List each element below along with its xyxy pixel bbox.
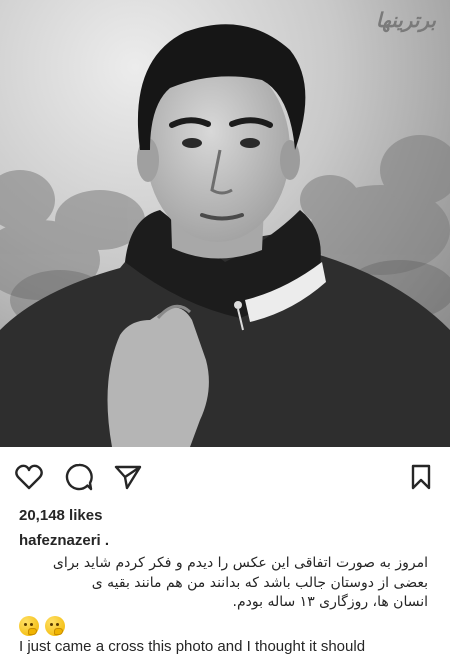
caption-line: انسان ها، روزگاری ۱۳ ساله بودم.	[232, 594, 428, 610]
portrait-illustration	[0, 0, 450, 447]
share-button[interactable]	[113, 462, 143, 492]
emoji-row	[19, 616, 65, 638]
caption-line: بعضی از دوستان جالب باشد که بدانند من هم…	[91, 574, 428, 591]
thinking-face-emoji	[19, 616, 39, 636]
heart-outline-icon	[15, 464, 43, 490]
likes-count[interactable]: 20,148 likes	[19, 507, 102, 524]
username-suffix: .	[100, 532, 110, 549]
caption-line: امروز به صورت اتفاقی این عکس را دیدم و ف…	[52, 555, 428, 571]
save-button[interactable]	[406, 462, 436, 492]
caption-username-line: hafeznazeri .	[19, 532, 109, 549]
comment-bubble-icon	[65, 463, 93, 491]
instagram-post: برترینها 20,148 likes hafeznazeri . امرو…	[0, 0, 450, 656]
username-link[interactable]: hafeznazeri	[19, 532, 101, 549]
like-button[interactable]	[14, 462, 44, 492]
caption-persian: امروز به صورت اتفاقی این عکس را دیدم و ف…	[8, 554, 428, 613]
bookmark-outline-icon	[411, 464, 431, 490]
comment-button[interactable]	[64, 462, 94, 492]
paper-plane-icon	[114, 465, 142, 490]
caption-english: I just came a cross this photo and I tho…	[19, 638, 366, 655]
thinking-face-emoji	[45, 616, 65, 636]
action-bar	[0, 452, 450, 498]
post-photo[interactable]: برترینها	[0, 0, 450, 447]
watermark-logo: برترینها	[375, 8, 436, 32]
